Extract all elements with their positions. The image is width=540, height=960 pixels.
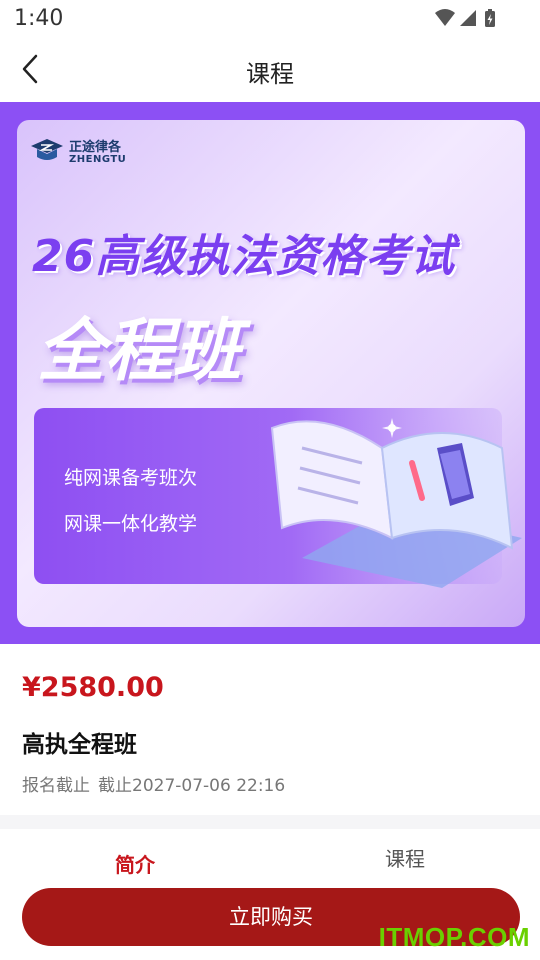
detail-tabs: 简介 课程 [0, 829, 540, 884]
deadline-value: 截止2027-07-06 22:16 [98, 776, 286, 796]
logo-text-en: ZHENGTU [69, 154, 127, 165]
tab-intro[interactable]: 简介 [0, 849, 270, 878]
tab-course[interactable]: 课程 [270, 843, 540, 872]
banner-subheadline: 全程班 [37, 312, 242, 391]
banner-tag: 网课一体化教学 [60, 509, 202, 536]
watermark: ITMOP.COM [378, 922, 530, 952]
book-illustration-icon [270, 418, 522, 588]
wifi-icon [435, 9, 455, 26]
nav-bar: 课程 [0, 38, 540, 100]
graduation-cap-icon [31, 139, 63, 160]
page-title: 课程 [246, 60, 294, 88]
status-time: 1:40 [14, 6, 64, 31]
battery-icon [485, 9, 495, 27]
logo-text-cn: 正途律各 [69, 140, 122, 155]
enrollment-deadline: 报名截止 截止2027-07-06 22:16 [22, 771, 293, 796]
banner-card: 正途律各 ZHENGTU 26高级执法资格考试 全程班 纯网课备考班次 网课一体… [17, 120, 525, 627]
status-bar: 1:40 [0, 0, 540, 38]
banner-headline: 26高级执法资格考试 [32, 231, 456, 282]
course-price: ¥2580.00 [22, 672, 164, 703]
section-divider [0, 815, 540, 829]
brand-logo: 正途律各 ZHENGTU [29, 134, 149, 170]
status-icons [435, 9, 495, 27]
deadline-label: 报名截止 [22, 776, 90, 796]
banner-tag: 纯网课备考班次 [60, 463, 202, 490]
course-banner: 正途律各 ZHENGTU 26高级执法资格考试 全程班 纯网课备考班次 网课一体… [0, 102, 540, 644]
course-title: 高执全程班 [22, 732, 137, 758]
signal-icon [460, 10, 476, 26]
